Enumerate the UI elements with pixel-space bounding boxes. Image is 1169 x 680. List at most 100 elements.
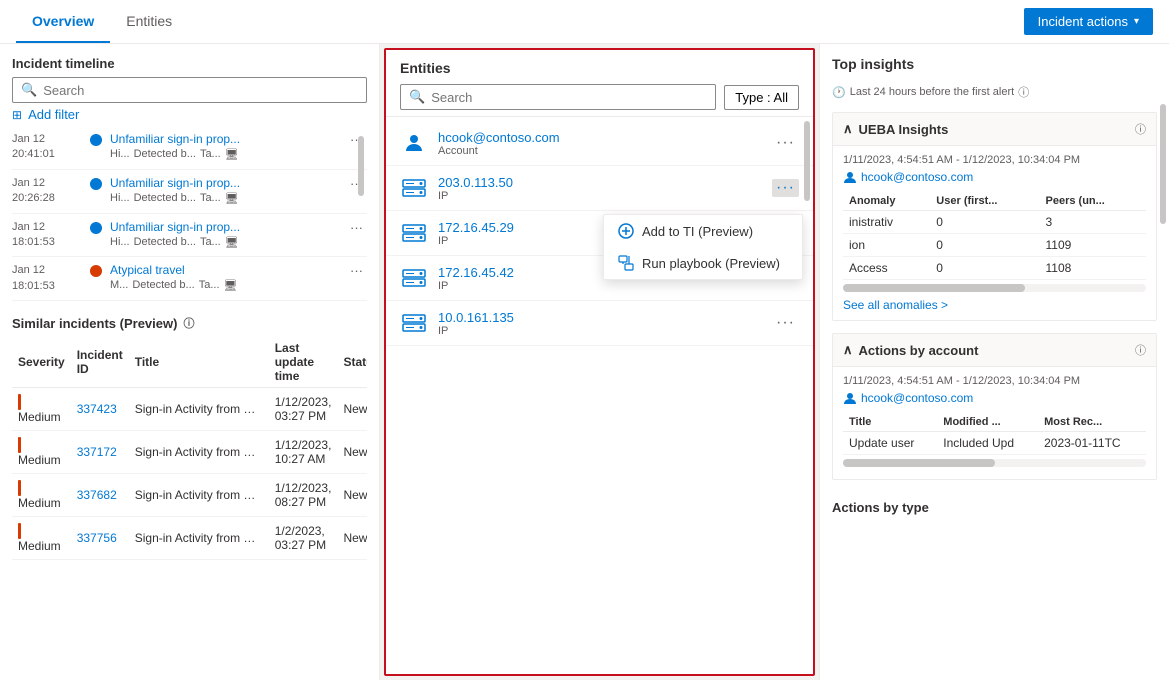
incident-id-cell[interactable]: 337682: [71, 474, 129, 517]
timeline-title[interactable]: Unfamiliar sign-in prop...: [110, 220, 270, 234]
col-title: Title: [129, 337, 269, 388]
severity-indicator: [18, 480, 21, 496]
info-icon[interactable]: ⓘ: [1018, 84, 1029, 100]
add-to-ti-menu-item[interactable]: Add to TI (Preview): [604, 215, 802, 247]
entity-more-button[interactable]: ···: [772, 134, 799, 152]
timeline-device-icon: 🖥: [225, 148, 239, 161]
entities-search-input[interactable]: [431, 90, 707, 105]
col-severity: Severity: [12, 337, 71, 388]
incident-id-link[interactable]: 337172: [77, 445, 117, 459]
ueba-info-icon[interactable]: ⓘ: [1135, 121, 1146, 137]
action-modified-cell: Included Upd: [937, 432, 1038, 455]
entity-info: hcook@contoso.com Account: [438, 130, 762, 157]
timeline-title[interactable]: Unfamiliar sign-in prop...: [110, 176, 270, 190]
timeline-content: Unfamiliar sign-in prop... Hi... Detecte…: [110, 132, 338, 161]
entity-name[interactable]: hcook@contoso.com: [438, 130, 762, 145]
entities-scrollbar-thumb: [804, 121, 810, 201]
timeline-scrollbar[interactable]: [357, 126, 365, 301]
run-playbook-menu-item[interactable]: Run playbook (Preview): [604, 247, 802, 279]
severity-indicator: [18, 523, 21, 539]
action-title-cell: Update user: [843, 432, 937, 455]
last-24-hours-label: 🕐 Last 24 hours before the first alert ⓘ: [832, 84, 1157, 100]
entity-name[interactable]: 10.0.161.135: [438, 310, 762, 325]
entity-item-ip-1: 203.0.113.50 IP ··· Add: [386, 166, 813, 211]
entities-header: Entities 🔍 Type : All: [386, 50, 813, 117]
incident-id-cell[interactable]: 337756: [71, 517, 129, 560]
entities-search-row: 🔍 Type : All: [400, 84, 799, 110]
incident-timeline-section: Incident timeline 🔍 ⊞ Add filter Jan 12 …: [12, 56, 367, 301]
see-all-anomalies-link[interactable]: See all anomalies >: [843, 298, 1146, 312]
timeline-date: Jan 12 20:26:28: [12, 176, 82, 207]
timeline-title[interactable]: Unfamiliar sign-in prop...: [110, 132, 270, 146]
timeline-title[interactable]: Atypical travel: [110, 263, 270, 277]
entity-item-account: hcook@contoso.com Account ···: [386, 121, 813, 166]
actions-by-account-header[interactable]: ∧ Actions by account ⓘ: [833, 334, 1156, 367]
incident-title-cell: Sign-in Activity from Suspicious ...: [129, 388, 269, 431]
server-icon: [402, 269, 426, 287]
col-user-first: User (first...: [930, 192, 1039, 211]
user-icon: [843, 170, 857, 184]
actions-header-left: ∧ Actions by account: [843, 342, 978, 358]
entity-more-button-active[interactable]: ···: [772, 179, 799, 197]
actions-horizontal-scrollbar[interactable]: [843, 459, 1146, 467]
table-row: Medium 337423 Sign-in Activity from Susp…: [12, 388, 367, 431]
incident-id-link[interactable]: 337682: [77, 488, 117, 502]
entity-more-button[interactable]: ···: [772, 314, 799, 332]
timeline-search-input[interactable]: [43, 83, 358, 98]
timeline-date: Jan 12 20:41:01: [12, 132, 82, 163]
incident-id-link[interactable]: 337756: [77, 531, 117, 545]
top-insights-header: Top insights: [832, 56, 1157, 72]
search-icon: 🔍: [409, 89, 425, 105]
similar-incidents-table: Severity Incident ID Title Last update t…: [12, 337, 367, 560]
timeline-item: Jan 12 18:01:53 Atypical travel M... Det…: [12, 257, 367, 301]
update-time-cell: 1/2/2023, 03:27 PM: [269, 517, 338, 560]
table-row: Medium 337756 Sign-in Activity from Susp…: [12, 517, 367, 560]
timeline-device-icon: 🖥: [225, 236, 239, 249]
entity-name[interactable]: 203.0.113.50: [438, 175, 762, 190]
col-modified: Modified ...: [937, 413, 1038, 432]
add-filter-button[interactable]: ⊞ Add filter: [12, 103, 79, 126]
label-cell: inistrativ: [843, 211, 930, 234]
timeline-content: Atypical travel M... Detected b... Ta...…: [110, 263, 338, 292]
timeline-device-icon: 🖥: [225, 192, 239, 205]
table-row: Medium 337682 Sign-in Activity from Susp…: [12, 474, 367, 517]
timeline-tags: Hi... Detected b... Ta... 🖥: [110, 236, 338, 249]
timeline-dot-orange: [90, 265, 102, 277]
timeline-dot-blue: [90, 134, 102, 146]
ip-icon: [400, 174, 428, 202]
col-title: Title: [843, 413, 937, 432]
entities-panel: Entities 🔍 Type : All: [384, 48, 815, 676]
peers-cell: 1108: [1040, 257, 1146, 280]
search-icon: 🔍: [21, 82, 37, 98]
timeline-dot-blue: [90, 178, 102, 190]
actions-by-account-body: 1/11/2023, 4:54:51 AM - 1/12/2023, 10:34…: [833, 367, 1156, 479]
severity-indicator: [18, 394, 21, 410]
top-bar: Overview Entities Incident actions ▾: [0, 0, 1169, 44]
actions-info-icon[interactable]: ⓘ: [1135, 342, 1146, 358]
timeline-search-box: 🔍: [12, 77, 367, 103]
entity-item-ip-4: 10.0.161.135 IP ···: [386, 301, 813, 346]
incident-id-link[interactable]: 337423: [77, 402, 117, 416]
incident-actions-button[interactable]: Incident actions ▾: [1024, 8, 1153, 35]
timeline-tags: Hi... Detected b... Ta... 🖥: [110, 148, 338, 161]
info-icon[interactable]: ⓘ: [183, 315, 194, 331]
timeline-content: Unfamiliar sign-in prop... Hi... Detecte…: [110, 220, 338, 249]
ueba-insights-header[interactable]: ∧ UEBA Insights ⓘ: [833, 113, 1156, 146]
chevron-up-icon: ∧: [843, 342, 853, 358]
ueba-horizontal-scrollbar[interactable]: [843, 284, 1146, 292]
incident-id-cell[interactable]: 337172: [71, 431, 129, 474]
entity-type: IP: [438, 280, 762, 292]
timeline-item: Jan 12 18:01:53 Unfamiliar sign-in prop.…: [12, 214, 367, 258]
timeline-item: Jan 12 20:26:28 Unfamiliar sign-in prop.…: [12, 170, 367, 214]
actions-user: hcook@contoso.com: [843, 391, 1146, 405]
right-panel-scrollbar[interactable]: [1159, 44, 1167, 680]
incident-id-cell[interactable]: 337423: [71, 388, 129, 431]
type-filter-button[interactable]: Type : All: [724, 85, 799, 110]
tab-overview[interactable]: Overview: [16, 0, 110, 43]
timeline-tags: Hi... Detected b... Ta... 🖥: [110, 192, 338, 205]
tab-entities[interactable]: Entities: [110, 0, 188, 43]
entities-title: Entities: [400, 60, 799, 76]
update-time-cell: 1/12/2023, 08:27 PM: [269, 474, 338, 517]
entities-scrollbar[interactable]: [803, 117, 811, 674]
entity-type: IP: [438, 325, 762, 337]
